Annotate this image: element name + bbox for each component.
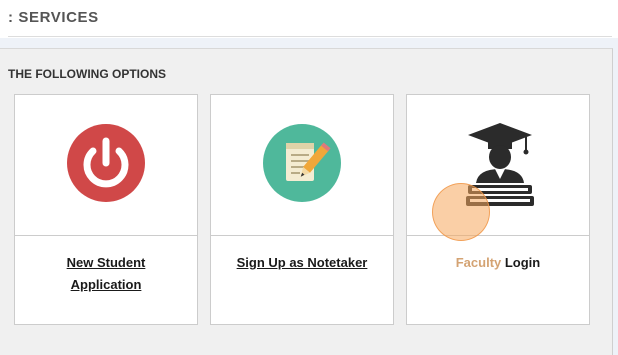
card-label: New Student Application — [15, 252, 197, 296]
page-title: : SERVICES — [8, 9, 99, 26]
faculty-login-card[interactable]: Faculty Login — [406, 94, 590, 325]
sign-up-notetaker-link[interactable]: Sign Up as Notetaker — [237, 255, 368, 270]
faculty-word: Faculty — [455, 255, 502, 270]
page-header: : SERVICES — [0, 0, 618, 38]
card-divider — [211, 235, 393, 236]
graduate-books-icon — [466, 123, 534, 206]
card-icon-area — [15, 95, 197, 235]
card-label: Faculty Login — [407, 252, 589, 274]
card-divider — [15, 235, 197, 236]
link-line-2: Application — [70, 277, 142, 292]
card-icon-area — [407, 95, 589, 235]
header-divider — [8, 36, 612, 37]
login-word: Login — [501, 255, 541, 270]
card-icon-area — [211, 95, 393, 235]
options-heading: THE FOLLOWING OPTIONS — [8, 67, 166, 81]
new-student-application-card[interactable]: New Student Application — [14, 94, 198, 325]
notepad-pencil-icon — [263, 124, 341, 202]
link-line-1: New Student — [66, 255, 146, 270]
card-divider — [407, 235, 589, 236]
options-panel: THE FOLLOWING OPTIONS New Student Applica… — [0, 48, 613, 355]
faculty-login-link[interactable]: Faculty Login — [456, 255, 541, 270]
new-student-application-link[interactable]: New Student Application — [67, 255, 146, 292]
power-icon — [67, 124, 145, 202]
notetaker-signup-card[interactable]: Sign Up as Notetaker — [210, 94, 394, 325]
card-label: Sign Up as Notetaker — [211, 252, 393, 274]
